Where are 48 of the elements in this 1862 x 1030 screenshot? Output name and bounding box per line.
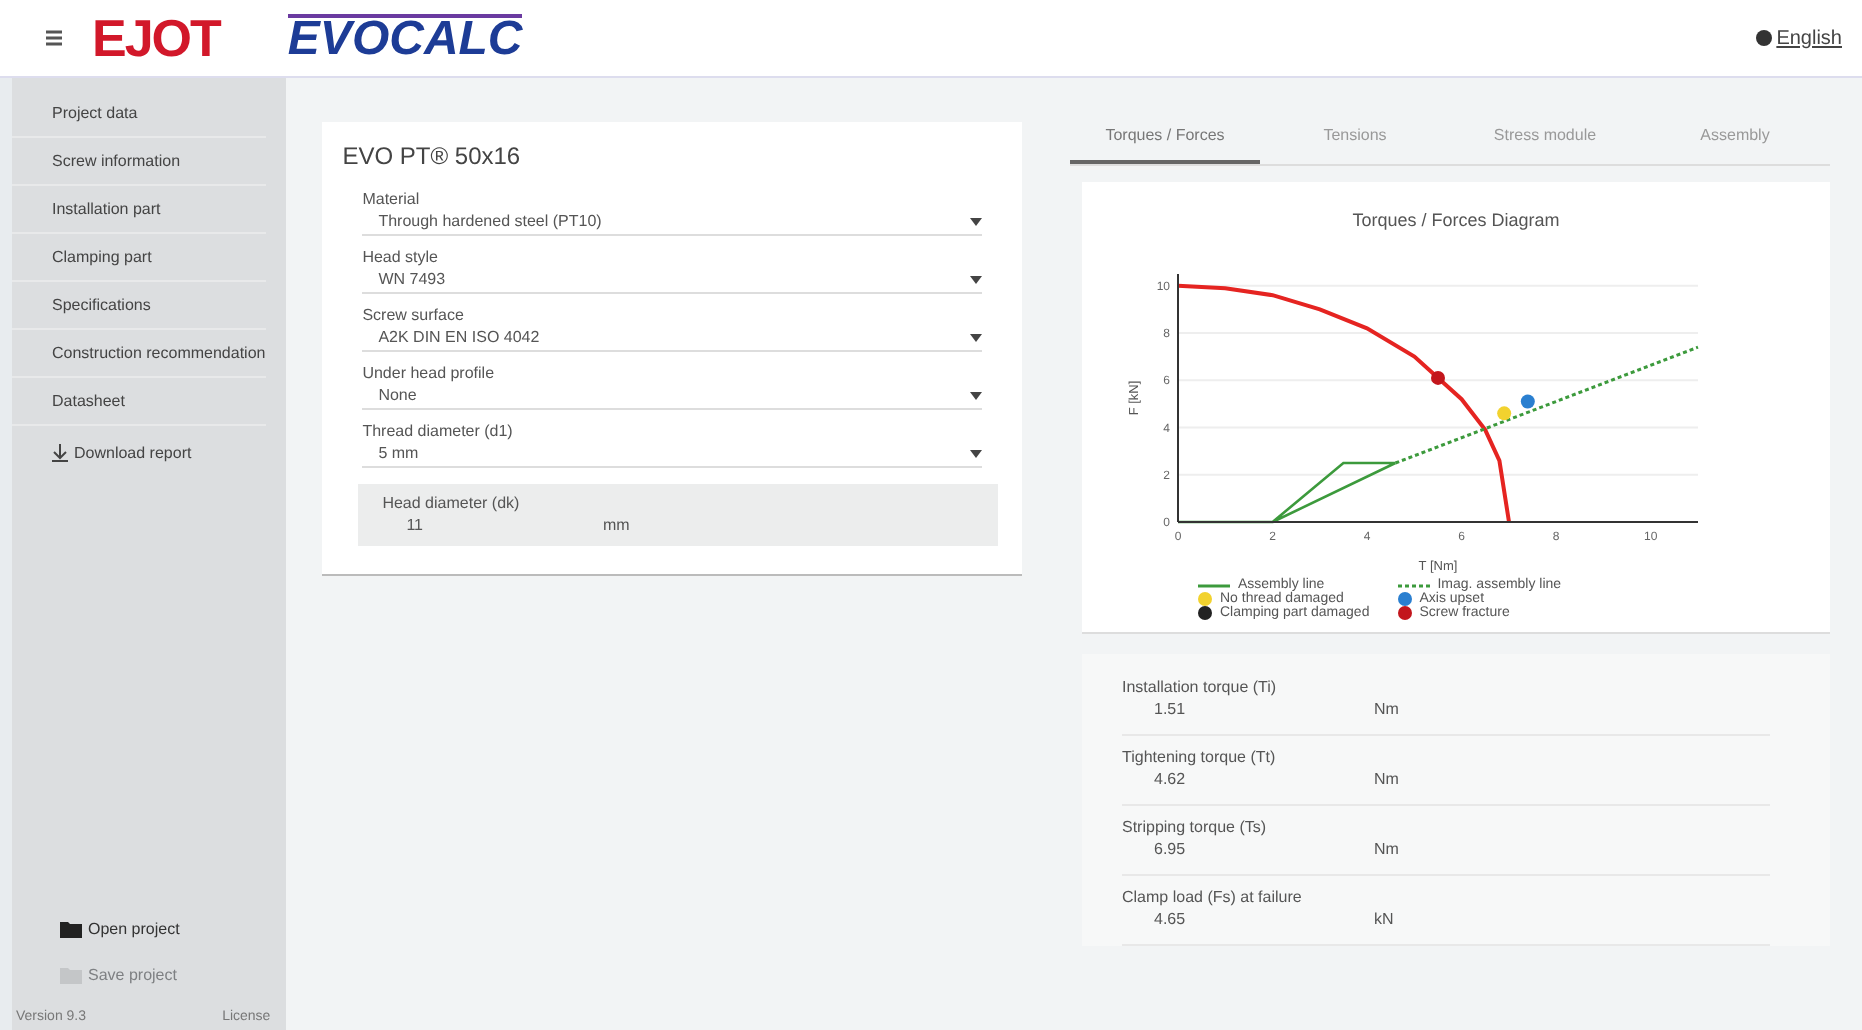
dropdown-caret-icon[interactable] (970, 391, 982, 399)
result-label: Clamp load (Fs) at failure (1122, 888, 1304, 906)
language-link[interactable]: English (1756, 27, 1842, 49)
result-value: 4.62 (1154, 770, 1188, 788)
dropdown-caret-icon[interactable] (970, 217, 982, 225)
product-title: EVO PT® 50x16 (342, 142, 523, 170)
dropdown-caret-icon[interactable] (970, 449, 982, 457)
select-field[interactable]: Through hardened steel (PT10) (362, 208, 982, 236)
globe-icon (1756, 30, 1773, 46)
dropdown-caret-icon[interactable] (970, 333, 982, 341)
sidebar-item[interactable]: Installation part (12, 186, 267, 234)
result-label: Tightening torque (Tt) (1122, 748, 1278, 766)
result-value: 6.95 (1154, 840, 1188, 858)
result-unit: Nm (1374, 770, 1399, 788)
select-field[interactable]: 5 mm (362, 440, 982, 468)
product-logo: EVOCALC (287, 14, 523, 62)
tab[interactable]: Torques / Forces (1070, 98, 1260, 164)
folder-icon (60, 966, 82, 984)
sidebar-action[interactable]: Open project (12, 906, 287, 952)
field-label: Material (362, 190, 422, 208)
field-label: Screw surface (362, 306, 466, 324)
result-unit: Nm (1374, 700, 1399, 718)
sidebar-item[interactable]: Specifications (12, 282, 267, 330)
select-field[interactable]: None (362, 382, 982, 410)
brand-logo: EJOT (92, 7, 220, 69)
readonly-field: Head diameter (dk) 11 mm (358, 484, 998, 546)
sidebar-item[interactable]: Screw information (12, 138, 267, 186)
dropdown-caret-icon[interactable] (970, 275, 982, 283)
field-label: Head style (362, 248, 440, 266)
download-icon (52, 444, 68, 462)
sidebar-item[interactable]: Datasheet (12, 378, 267, 426)
result-value: 1.51 (1154, 700, 1188, 718)
download-report-link[interactable]: Download report (12, 426, 287, 462)
sidebar-item[interactable]: Project data (12, 90, 267, 138)
chart-title: Torques / Forces Diagram (1350, 210, 1562, 230)
folder-icon (60, 920, 82, 938)
sidebar-item[interactable]: Clamping part (12, 234, 267, 282)
menu-icon[interactable] (44, 28, 64, 48)
result-unit: kN (1374, 910, 1394, 928)
field-label: Thread diameter (d1) (362, 422, 515, 440)
select-field[interactable]: WN 7493 (362, 266, 982, 294)
result-value: 4.65 (1154, 910, 1188, 928)
field-label: Under head profile (362, 364, 497, 382)
sidebar-item[interactable]: Construction recommendation (12, 330, 267, 378)
result-label: Stripping torque (Ts) (1122, 818, 1269, 836)
result-label: Installation torque (Ti) (1122, 678, 1279, 696)
result-unit: Nm (1374, 840, 1399, 858)
select-field[interactable]: A2K DIN EN ISO 4042 (362, 324, 982, 352)
